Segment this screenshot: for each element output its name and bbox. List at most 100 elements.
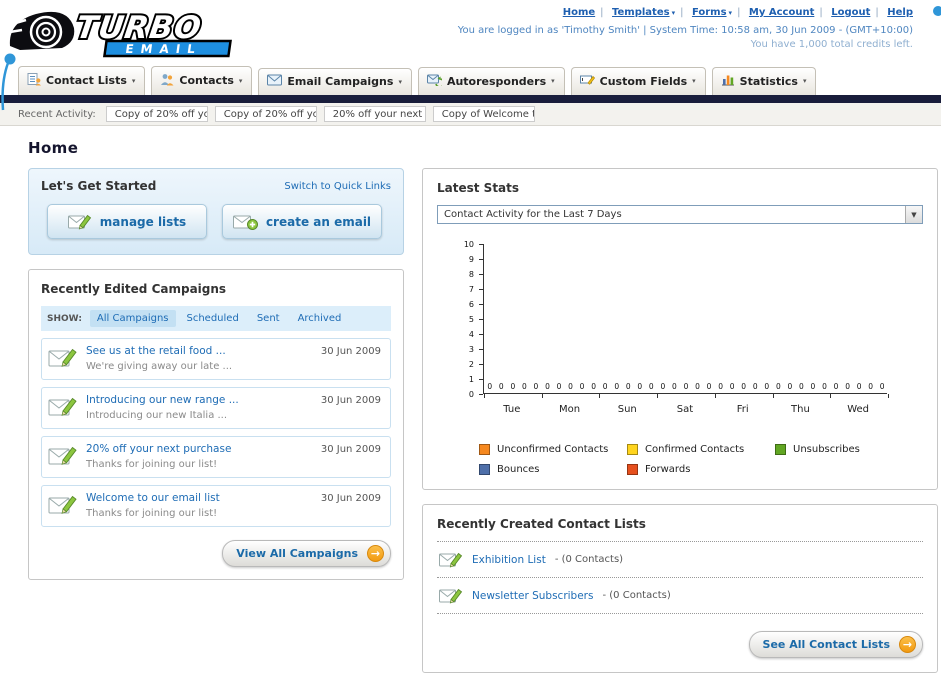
envelope-plus-icon xyxy=(232,215,258,230)
tab-label: Contacts xyxy=(179,74,234,87)
field-pencil-icon xyxy=(579,73,595,89)
campaign-row[interactable]: Introducing our new range ... Introducin… xyxy=(41,387,391,429)
tab-label: Custom Fields xyxy=(599,74,688,88)
header: TURBO EMAIL Home | Templates ▾ | Forms ▾ | My… xyxy=(0,0,941,111)
campaign-subtitle: Thanks for joining our list! xyxy=(86,459,218,470)
dropdown-arrow-icon: ▾ xyxy=(802,77,807,85)
legend-item: Unconfirmed Contacts xyxy=(479,444,627,455)
campaigns-filter-bar: SHOW: All Campaigns Scheduled Sent Archi… xyxy=(41,306,391,331)
manage-lists-button[interactable]: manage lists xyxy=(47,204,207,239)
envelope-pencil-icon xyxy=(48,446,77,465)
envelope-pencil-icon xyxy=(439,588,463,604)
dropdown-arrow-icon: ▾ xyxy=(238,76,243,85)
arrow-right-icon: → xyxy=(899,636,916,653)
envelope-pencil-icon xyxy=(48,348,77,367)
tab-label: Statistics xyxy=(739,74,798,88)
top-nav: Home | Templates ▾ | Forms ▾ | My Account | Lo… xyxy=(458,7,913,18)
legend-item: Bounces xyxy=(479,464,627,475)
legend-swatch xyxy=(627,464,638,475)
contact-list-link[interactable]: Exhibition List xyxy=(472,554,546,566)
create-email-button[interactable]: create an email xyxy=(222,204,382,239)
contact-list-row[interactable]: Exhibition List - (0 Contacts) xyxy=(437,542,923,578)
recent-activity-bar: Recent Activity: Copy of 20% off yc Copy… xyxy=(0,103,941,126)
recent-activity-item[interactable]: 20% off your next p xyxy=(323,106,426,122)
chart-plot-area: 00000000000000000000000000000000000 xyxy=(483,244,889,398)
contacts-icon xyxy=(160,72,174,89)
legend-swatch xyxy=(627,444,638,455)
dropdown-arrow-icon: ▾ xyxy=(131,76,136,85)
svg-text:EMAIL: EMAIL xyxy=(124,42,202,56)
nav-divider-bar xyxy=(0,95,941,103)
contact-list-row[interactable]: Newsletter Subscribers - (0 Contacts) xyxy=(437,578,923,614)
tab-label: Autoresponders xyxy=(446,74,547,88)
campaign-title-link[interactable]: 20% off your next purchase xyxy=(86,443,231,455)
top-nav-forms[interactable]: Forms ▾ xyxy=(692,7,732,18)
chart-legend: Unconfirmed Contacts Confirmed Contacts … xyxy=(479,444,923,475)
legend-item: Confirmed Contacts xyxy=(627,444,775,455)
top-nav-logout[interactable]: Logout xyxy=(831,7,870,18)
turbo-email-logo[interactable]: TURBO EMAIL xyxy=(6,2,274,64)
campaign-title-link[interactable]: Introducing our new range ... xyxy=(86,394,239,406)
recent-activity-item[interactable]: Copy of 20% off yc xyxy=(105,106,208,122)
tab-statistics[interactable]: Statistics ▾ xyxy=(711,67,817,95)
campaign-date: 30 Jun 2009 xyxy=(320,346,381,357)
top-nav-help[interactable]: Help xyxy=(887,7,913,18)
campaign-title-link[interactable]: See us at the retail food ... xyxy=(86,345,232,357)
contact-lists-icon xyxy=(27,72,41,89)
main-nav: Contact Lists ▾ Contacts ▾ Email Campaig… xyxy=(18,64,941,95)
app-window: TURBO EMAIL Home | Templates ▾ | Forms ▾ | My… xyxy=(0,0,941,683)
dropdown-value: Contact Activity for the Last 7 Days xyxy=(444,209,622,220)
decorative-swoosh xyxy=(1,53,16,111)
top-nav-my-account[interactable]: My Account xyxy=(749,7,814,18)
separator: | xyxy=(819,7,823,18)
campaign-row[interactable]: 20% off your next purchase Thanks for jo… xyxy=(41,436,391,478)
contact-lists-title: Recently Created Contact Lists xyxy=(437,517,646,531)
page-title: Home xyxy=(28,139,79,157)
legend-item: Forwards xyxy=(627,464,775,475)
tab-contacts[interactable]: Contacts ▾ xyxy=(151,66,253,95)
dropdown-arrow-icon: ▾ xyxy=(671,9,676,17)
recently-edited-campaigns-panel: Recently Edited Campaigns SHOW: All Camp… xyxy=(28,269,404,580)
filter-sent[interactable]: Sent xyxy=(250,310,287,327)
envelope-pencil-icon xyxy=(48,495,77,514)
filter-archived[interactable]: Archived xyxy=(291,310,349,327)
chart-x-labels: Tue Mon Sun Sat Fri Thu Wed xyxy=(503,404,870,415)
separator: | xyxy=(600,7,604,18)
tab-contact-lists[interactable]: Contact Lists ▾ xyxy=(18,66,146,95)
tab-custom-fields[interactable]: Custom Fields ▾ xyxy=(570,67,706,95)
campaign-title-link[interactable]: Welcome to our email list xyxy=(86,492,220,504)
contact-activity-chart: 0 1 2 3 4 5 6 7 8 9 10 000000000000000000000000000… xyxy=(437,240,923,430)
dropdown-arrow-icon: ▾ xyxy=(398,77,402,86)
campaign-subtitle: Introducing our new Italia ... xyxy=(86,410,228,421)
envelope-icon xyxy=(267,74,283,89)
get-started-panel: Let's Get Started Switch to Quick Links … xyxy=(28,168,404,255)
show-label: SHOW: xyxy=(47,313,82,324)
recent-activity-item[interactable]: Copy of 20% off yc xyxy=(214,106,317,122)
campaign-date: 30 Jun 2009 xyxy=(320,493,381,504)
filter-all-campaigns[interactable]: All Campaigns xyxy=(89,310,176,327)
dropdown-arrow-icon: ▾ xyxy=(728,9,733,17)
campaign-row[interactable]: See us at the retail food ... We're givi… xyxy=(41,338,391,380)
credits-info: You have 1,000 total credits left. xyxy=(750,39,913,50)
main-content: Home Let's Get Started Switch to Quick L… xyxy=(0,139,941,683)
login-info: You are logged in as 'Timothy Smith' | S… xyxy=(457,25,913,36)
switch-quick-links-link[interactable]: Switch to Quick Links xyxy=(284,181,391,192)
stats-period-dropdown[interactable]: Contact Activity for the Last 7 Days ▼ xyxy=(437,205,923,224)
tab-autoresponders[interactable]: Autoresponders ▾ xyxy=(417,67,565,95)
campaign-subtitle: We're giving away our late ... xyxy=(86,361,233,372)
contact-list-link[interactable]: Newsletter Subscribers xyxy=(472,590,593,602)
see-all-contact-lists-button[interactable]: See All Contact Lists → xyxy=(748,631,923,658)
top-nav-home[interactable]: Home xyxy=(563,7,595,18)
recent-activity-item[interactable]: Copy of Welcome tc xyxy=(432,106,535,122)
legend-swatch xyxy=(479,444,490,455)
latest-stats-panel: Latest Stats Contact Activity for the La… xyxy=(422,168,938,490)
campaign-date: 30 Jun 2009 xyxy=(320,395,381,406)
dropdown-arrow-icon: ▾ xyxy=(551,77,555,85)
tab-email-campaigns[interactable]: Email Campaigns ▾ xyxy=(258,68,412,95)
legend-swatch xyxy=(479,464,490,475)
filter-scheduled[interactable]: Scheduled xyxy=(180,310,246,327)
top-nav-templates[interactable]: Templates ▾ xyxy=(612,7,675,18)
latest-stats-title: Latest Stats xyxy=(437,181,520,195)
view-all-campaigns-button[interactable]: View All Campaigns → xyxy=(222,540,391,567)
campaign-row[interactable]: Welcome to our email list Thanks for joi… xyxy=(41,485,391,527)
